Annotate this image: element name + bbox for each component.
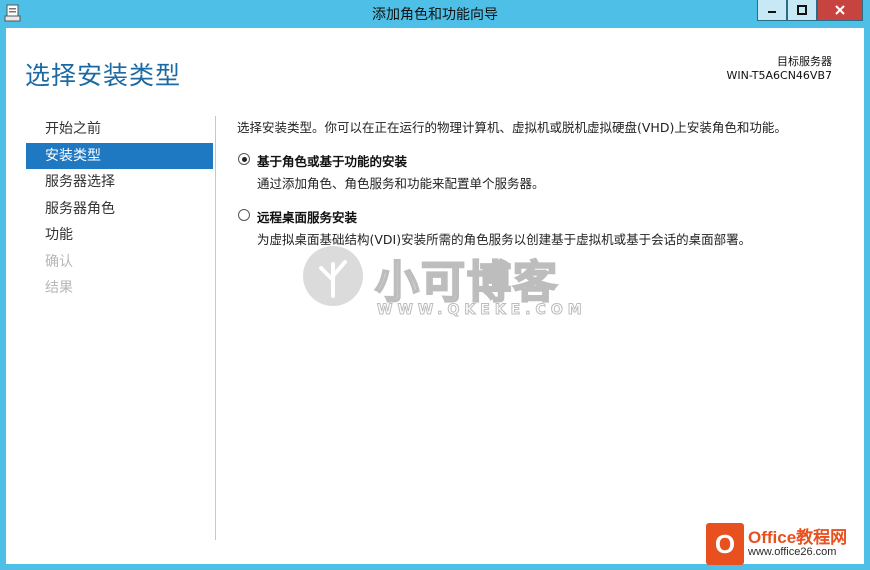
radio-remote-desktop[interactable] <box>238 209 250 221</box>
nav-item-server-roles[interactable]: 服务器角色 <box>26 196 213 223</box>
window-title: 添加角色和功能向导 <box>372 7 498 23</box>
option-role-based[interactable]: 基于角色或基于功能的安装 通过添加角色、角色服务和功能来配置单个服务器。 <box>237 151 837 192</box>
main-panel: 选择安装类型。你可以在正在运行的物理计算机、虚拟机或脱机虚拟硬盘(VHD)上安装… <box>237 114 837 248</box>
target-server-name: WIN-T5A6CN46VB7 <box>726 69 832 82</box>
maximize-button[interactable] <box>787 0 817 21</box>
minimize-icon <box>768 11 776 13</box>
nav-item-installation-type[interactable]: 安装类型 <box>26 142 213 169</box>
badge-name: Office教程网 <box>748 528 848 547</box>
minimize-button[interactable] <box>757 0 787 21</box>
maximize-icon <box>797 5 807 15</box>
wizard-steps-nav: 开始之前 安装类型 服务器选择 服务器角色 功能 确认 结果 <box>26 116 213 302</box>
close-icon <box>835 5 845 15</box>
nav-item-results: 结果 <box>45 280 73 296</box>
office-badge: O Office教程网 www.office26.com <box>706 520 866 570</box>
option-description: 通过添加角色、角色服务和功能来配置单个服务器。 <box>257 176 545 191</box>
close-button[interactable] <box>817 0 863 21</box>
watermark-logo-icon <box>303 246 363 306</box>
watermark-name: 小可博客 <box>374 256 559 309</box>
option-remote-desktop[interactable]: 远程桌面服务安装 为虚拟桌面基础结构(VDI)安装所需的角色服务以创建基于虚拟机… <box>237 207 837 248</box>
office-logo-icon: O <box>706 523 744 565</box>
option-title: 远程桌面服务安装 <box>257 210 358 225</box>
option-title: 基于角色或基于功能的安装 <box>257 154 408 169</box>
intro-text: 选择安装类型。你可以在正在运行的物理计算机、虚拟机或脱机虚拟硬盘(VHD)上安装… <box>237 120 787 135</box>
nav-item-confirmation: 确认 <box>45 253 73 270</box>
nav-item-before-you-begin[interactable]: 开始之前 <box>26 116 213 143</box>
title-bar[interactable]: 添加角色和功能向导 <box>0 0 870 26</box>
page-title: 选择安装类型 <box>25 61 182 90</box>
nav-item-features[interactable]: 功能 <box>26 222 213 249</box>
divider <box>215 116 216 540</box>
watermark: 小可博客 WWW.QKEKE.COM <box>303 246 582 324</box>
target-server: 目标服务器 WIN-T5A6CN46VB7 <box>726 55 832 83</box>
radio-role-based[interactable] <box>238 153 250 165</box>
badge-url: www.office26.com <box>748 546 837 558</box>
target-server-label: 目标服务器 <box>777 55 832 68</box>
nav-item-server-selection[interactable]: 服务器选择 <box>26 169 213 196</box>
watermark-url: WWW.QKEKE.COM <box>377 302 587 319</box>
radio-selected-dot <box>241 156 247 162</box>
